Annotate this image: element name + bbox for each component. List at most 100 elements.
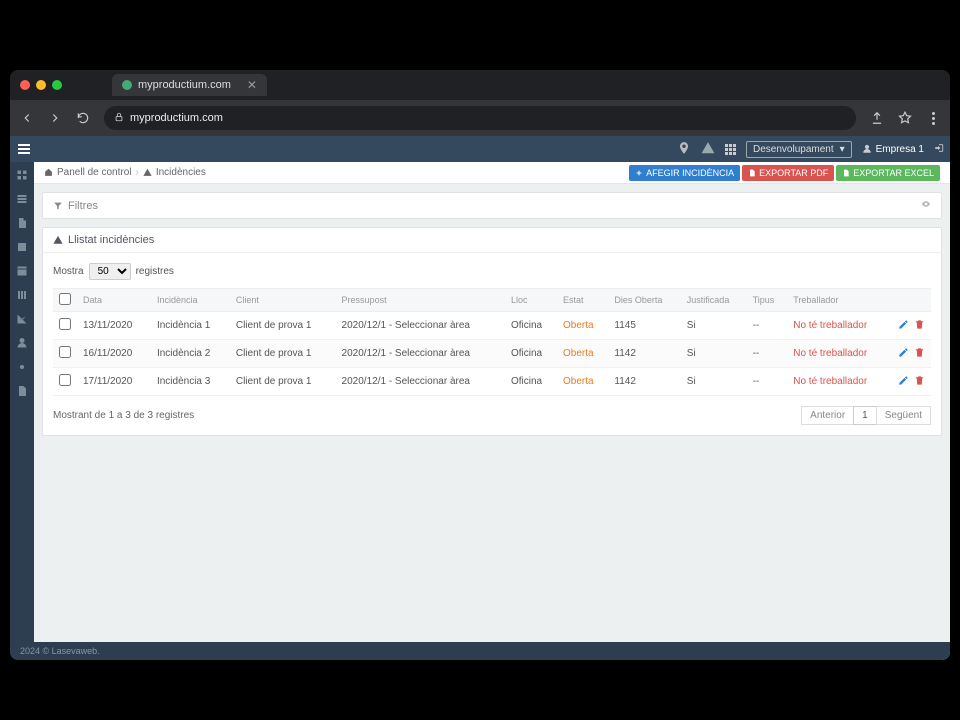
cell-lloc: Oficina bbox=[505, 340, 557, 368]
sidebar-item-6[interactable] bbox=[15, 288, 29, 302]
cell-pressupost: 2020/12/1 - Seleccionar àrea bbox=[336, 312, 505, 340]
table-info: Mostrant de 1 a 3 de 3 registres bbox=[53, 410, 194, 421]
alert-icon[interactable] bbox=[701, 141, 715, 158]
cell-pressupost: 2020/12/1 - Seleccionar àrea bbox=[336, 368, 505, 396]
menu-icon[interactable] bbox=[926, 111, 940, 125]
prev-page-button[interactable]: Anterior bbox=[801, 406, 854, 425]
col-justificada[interactable]: Justificada bbox=[681, 289, 747, 312]
favicon-icon bbox=[122, 80, 132, 90]
page-1-button[interactable]: 1 bbox=[853, 406, 877, 425]
add-incidence-button[interactable]: AFEGIR INCIDÈNCIA bbox=[629, 165, 740, 181]
window-controls bbox=[20, 80, 62, 90]
col-client[interactable]: Client bbox=[230, 289, 336, 312]
sidebar-item-2[interactable] bbox=[15, 192, 29, 206]
footer-text: 2024 © Lasevaweb. bbox=[20, 646, 100, 656]
col-treballador[interactable]: Treballador bbox=[787, 289, 891, 312]
delete-icon[interactable] bbox=[914, 347, 925, 361]
toggle-visibility-icon[interactable] bbox=[921, 199, 931, 212]
row-checkbox[interactable] bbox=[59, 374, 71, 386]
filter-icon bbox=[53, 201, 63, 211]
sidebar-item-8[interactable] bbox=[15, 336, 29, 350]
minimize-window-icon[interactable] bbox=[36, 80, 46, 90]
cell-data: 17/11/2020 bbox=[77, 368, 151, 396]
row-checkbox[interactable] bbox=[59, 346, 71, 358]
browser-tab[interactable]: myproductium.com ✕ bbox=[112, 74, 267, 96]
export-pdf-button[interactable]: EXPORTAR PDF bbox=[742, 165, 834, 181]
sidebar-item-1[interactable] bbox=[15, 168, 29, 182]
sidebar-item-9[interactable] bbox=[15, 360, 29, 374]
browser-window: myproductium.com ✕ myproductium.com bbox=[10, 70, 950, 660]
delete-icon[interactable] bbox=[914, 375, 925, 389]
warning-icon bbox=[143, 168, 152, 177]
col-lloc[interactable]: Lloc bbox=[505, 289, 557, 312]
edit-icon[interactable] bbox=[898, 319, 909, 333]
delete-icon[interactable] bbox=[914, 319, 925, 333]
cell-lloc: Oficina bbox=[505, 312, 557, 340]
excel-label: EXPORTAR EXCEL bbox=[853, 168, 934, 178]
cell-estat: Oberta bbox=[557, 368, 608, 396]
breadcrumb-home[interactable]: Panell de control bbox=[57, 167, 132, 178]
url-input[interactable]: myproductium.com bbox=[104, 106, 856, 130]
main-content: Panell de control › Incidències AFEGIR I… bbox=[34, 162, 950, 660]
col-incidencia[interactable]: Incidència bbox=[151, 289, 230, 312]
apps-icon[interactable] bbox=[725, 144, 736, 155]
app-footer: 2024 © Lasevaweb. bbox=[10, 642, 950, 660]
star-icon[interactable] bbox=[898, 111, 912, 125]
cell-client: Client de prova 1 bbox=[230, 340, 336, 368]
sidebar-toggle-icon[interactable] bbox=[16, 142, 32, 156]
sidebar-item-5[interactable] bbox=[15, 264, 29, 278]
reload-icon[interactable] bbox=[76, 111, 90, 125]
tab-strip: myproductium.com ✕ bbox=[10, 70, 950, 100]
chevron-down-icon: ▾ bbox=[840, 144, 845, 155]
cell-treballador: No té treballador bbox=[787, 340, 891, 368]
company-menu[interactable]: Empresa 1 bbox=[862, 144, 924, 155]
sidebar-item-3[interactable] bbox=[15, 216, 29, 230]
cell-tipus: -- bbox=[747, 312, 788, 340]
warning-icon bbox=[53, 235, 63, 245]
add-label: AFEGIR INCIDÈNCIA bbox=[646, 168, 734, 178]
cell-treballador: No té treballador bbox=[787, 368, 891, 396]
cell-client: Client de prova 1 bbox=[230, 368, 336, 396]
row-checkbox[interactable] bbox=[59, 318, 71, 330]
filters-panel: Filtres bbox=[42, 192, 942, 219]
maximize-window-icon[interactable] bbox=[52, 80, 62, 90]
tab-title: myproductium.com bbox=[138, 79, 231, 91]
forward-icon[interactable] bbox=[48, 111, 62, 125]
incidents-table: Data Incidència Client Pressupost Lloc E… bbox=[53, 288, 931, 396]
cell-estat: Oberta bbox=[557, 312, 608, 340]
export-excel-button[interactable]: EXPORTAR EXCEL bbox=[836, 165, 940, 181]
cell-tipus: -- bbox=[747, 340, 788, 368]
share-icon[interactable] bbox=[870, 111, 884, 125]
back-icon[interactable] bbox=[20, 111, 34, 125]
url-bar: myproductium.com bbox=[10, 100, 950, 136]
next-page-button[interactable]: Següent bbox=[876, 406, 931, 425]
cell-client: Client de prova 1 bbox=[230, 312, 336, 340]
edit-icon[interactable] bbox=[898, 375, 909, 389]
lock-icon bbox=[114, 112, 124, 125]
edit-icon[interactable] bbox=[898, 347, 909, 361]
location-icon[interactable] bbox=[677, 141, 691, 158]
breadcrumb: Panell de control › Incidències bbox=[44, 167, 206, 178]
cell-pressupost: 2020/12/1 - Seleccionar àrea bbox=[336, 340, 505, 368]
filters-title: Filtres bbox=[68, 200, 98, 212]
page-length-select[interactable]: 50 bbox=[89, 263, 131, 280]
cell-dies: 1142 bbox=[608, 368, 680, 396]
col-estat[interactable]: Estat bbox=[557, 289, 608, 312]
sidebar-item-7[interactable] bbox=[15, 312, 29, 326]
select-all-checkbox[interactable] bbox=[59, 293, 71, 305]
cell-justificada: Si bbox=[681, 368, 747, 396]
col-dies[interactable]: Dies Oberta bbox=[608, 289, 680, 312]
tab-close-icon[interactable]: ✕ bbox=[237, 78, 257, 92]
col-pressupost[interactable]: Pressupost bbox=[336, 289, 505, 312]
close-window-icon[interactable] bbox=[20, 80, 30, 90]
sidebar-item-10[interactable] bbox=[15, 384, 29, 398]
col-data[interactable]: Data bbox=[77, 289, 151, 312]
cell-dies: 1145 bbox=[608, 312, 680, 340]
cell-estat: Oberta bbox=[557, 340, 608, 368]
cell-lloc: Oficina bbox=[505, 368, 557, 396]
environment-select[interactable]: Desenvolupament ▾ bbox=[746, 141, 852, 158]
cell-incidencia: Incidència 2 bbox=[151, 340, 230, 368]
logout-icon[interactable] bbox=[934, 143, 944, 156]
col-tipus[interactable]: Tipus bbox=[747, 289, 788, 312]
sidebar-item-4[interactable] bbox=[15, 240, 29, 254]
